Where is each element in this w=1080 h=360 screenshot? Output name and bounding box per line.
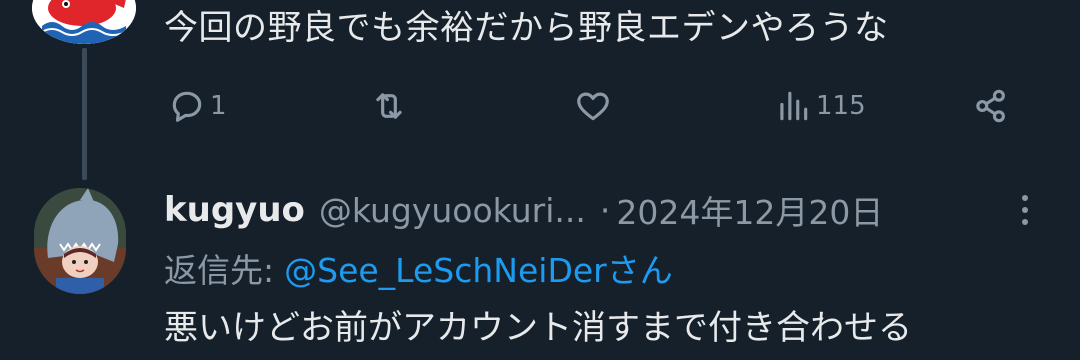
heart-icon bbox=[577, 92, 609, 121]
avatar[interactable] bbox=[32, 0, 136, 44]
avatar[interactable] bbox=[34, 188, 126, 294]
analytics-icon bbox=[780, 91, 808, 121]
separator-dot: · bbox=[599, 190, 611, 230]
mention-link[interactable]: @See_LeSchNeiDerさん bbox=[284, 244, 673, 292]
replying-to-label: 返信先: bbox=[164, 251, 275, 290]
retweet-icon bbox=[376, 93, 402, 119]
tweet-date[interactable]: 2024年12月20日 bbox=[616, 186, 883, 234]
tweet-text: 今回の野良でも余裕だから野良エデンやろうな bbox=[164, 8, 889, 48]
tweet-text: 悪いけどお前がアカウント消すまで付き合わせる bbox=[164, 308, 912, 348]
tweet-header: kugyuo @kugyuookuri... · 2024年12月20日 bbox=[164, 186, 883, 234]
retweet-button[interactable] bbox=[370, 82, 412, 130]
tweet-action-bar: 1 115 bbox=[0, 82, 1080, 130]
views-count: 115 bbox=[816, 91, 866, 121]
views-button[interactable]: 115 bbox=[774, 82, 866, 130]
like-button[interactable] bbox=[574, 82, 616, 130]
more-options-button[interactable] bbox=[1010, 190, 1040, 230]
reply-icon bbox=[172, 91, 202, 122]
user-handle[interactable]: @kugyuookuri... bbox=[319, 191, 586, 230]
replying-to: 返信先: @See_LeSchNeiDerさん bbox=[164, 244, 673, 292]
shark-avatar-icon bbox=[34, 188, 126, 294]
display-name[interactable]: kugyuo bbox=[164, 190, 305, 230]
whale-logo-icon bbox=[32, 0, 136, 44]
reply-count: 1 bbox=[210, 91, 227, 121]
share-icon bbox=[976, 89, 1005, 123]
more-vertical-icon bbox=[1022, 195, 1028, 225]
share-button[interactable] bbox=[972, 82, 1010, 130]
reply-button[interactable]: 1 bbox=[168, 82, 227, 130]
